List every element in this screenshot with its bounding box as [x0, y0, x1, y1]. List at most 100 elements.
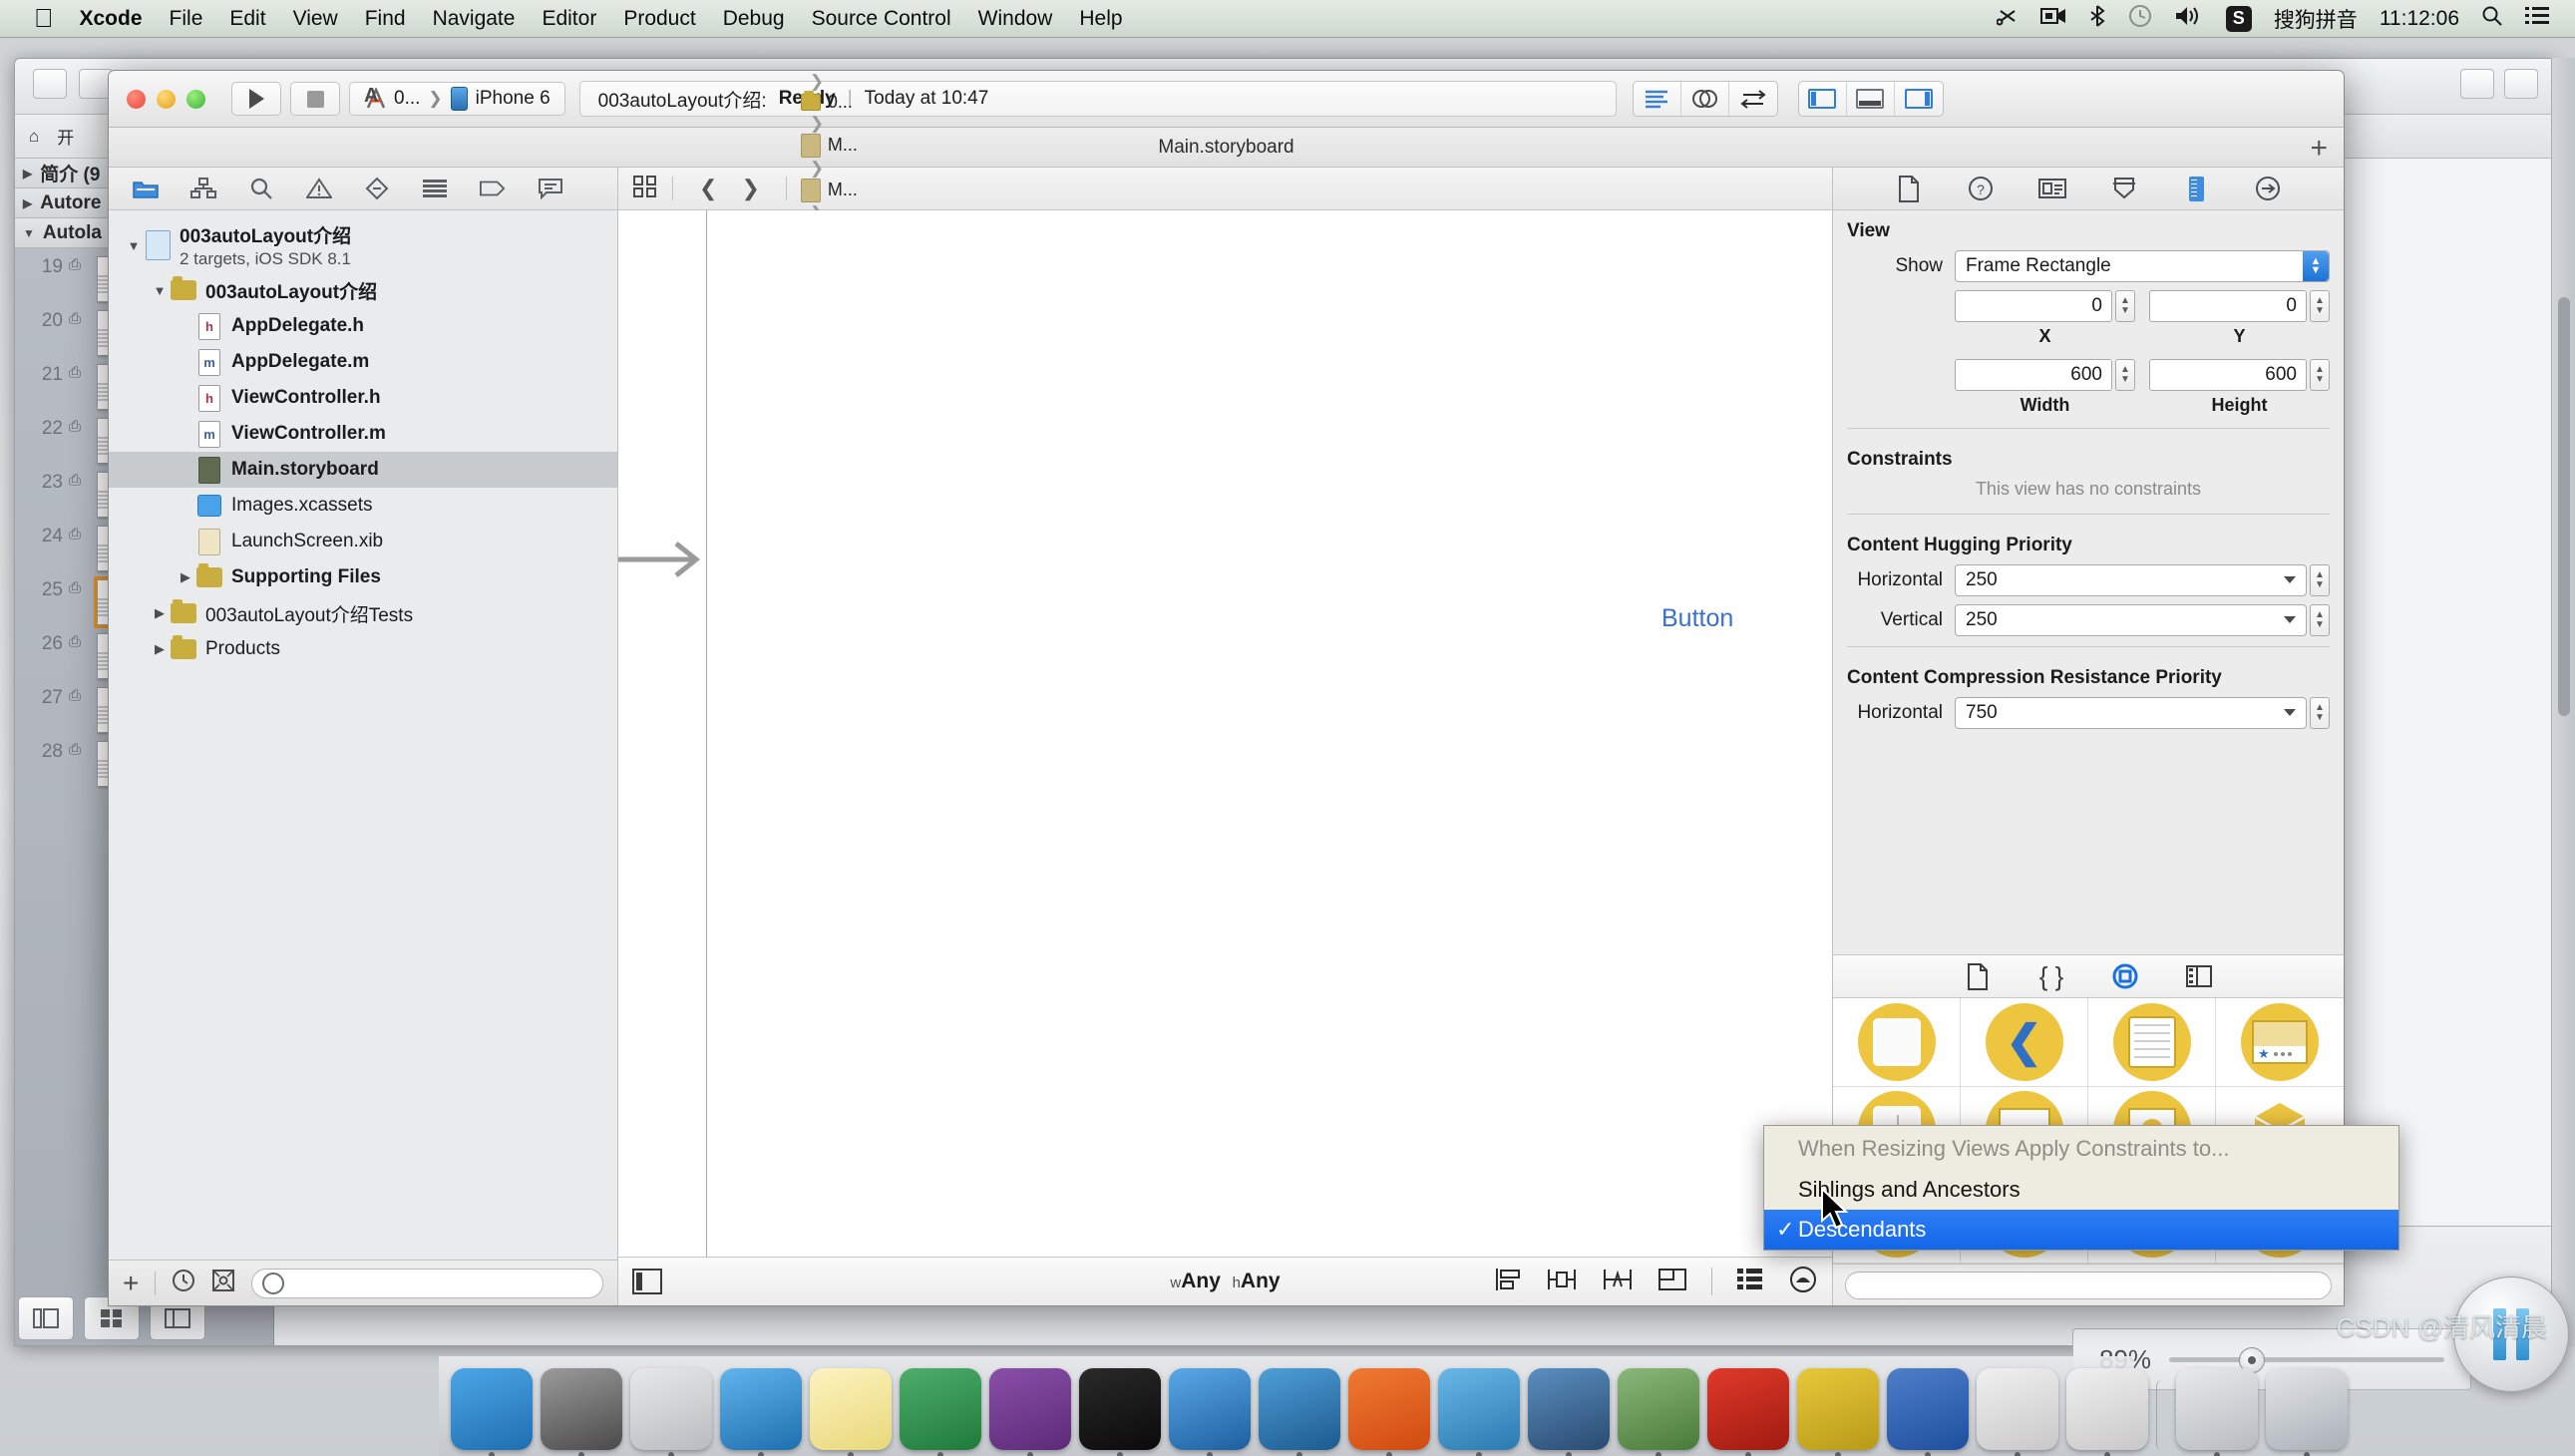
xcode-icon[interactable]	[1169, 1368, 1251, 1456]
identity-inspector-icon[interactable]	[2038, 175, 2066, 202]
y-stepper[interactable]: ▲ ▼	[2310, 290, 2330, 322]
input-method-badge[interactable]: S	[2225, 5, 2252, 32]
menu-item-siblings-and-ancestors[interactable]: Siblings and Ancestors	[1764, 1170, 2398, 1210]
file-tree-row[interactable]: ▼ 003autoLayout介绍	[109, 272, 617, 308]
filezilla-icon[interactable]	[1707, 1368, 1789, 1456]
instruments-icon[interactable]	[1259, 1368, 1340, 1456]
file-tree-row[interactable]: ▼ 003autoLayout介绍 2 targets, iOS SDK 8.1	[109, 218, 617, 272]
menubar-item-editor[interactable]: Editor	[542, 7, 596, 30]
menubar-item-file[interactable]: File	[170, 7, 203, 30]
menu-item-descendants[interactable]: ✓ Descendants	[1764, 1210, 2398, 1250]
bluetooth-icon[interactable]	[2088, 4, 2106, 34]
presentation-toolbar-button[interactable]	[2504, 69, 2538, 99]
hugging-horizontal-popup[interactable]: 250	[1955, 564, 2307, 596]
plus-icon[interactable]: +	[2310, 134, 2328, 164]
related-items-icon[interactable]	[632, 175, 658, 203]
menubar-item-debug[interactable]: Debug	[723, 7, 785, 30]
compression-horizontal-popup[interactable]: 750	[1955, 697, 2307, 729]
paint-icon[interactable]	[1797, 1368, 1879, 1456]
x-field[interactable]: 0	[1955, 290, 2112, 322]
pin-icon[interactable]	[1546, 1267, 1578, 1297]
find-navigator-icon[interactable]	[248, 176, 274, 201]
menubar-item-xcode[interactable]: Xcode	[80, 7, 143, 30]
word-icon[interactable]	[1887, 1368, 1969, 1456]
y-field[interactable]: 0	[2149, 290, 2307, 322]
test-navigator-icon[interactable]	[364, 176, 390, 201]
menubar-item-help[interactable]: Help	[1079, 7, 1122, 30]
size-inspector-icon[interactable]	[2182, 175, 2210, 202]
file-tree-row[interactable]: h AppDelegate.h	[109, 308, 617, 344]
debug-navigator-icon[interactable]	[422, 176, 448, 201]
dock-items[interactable]	[451, 1368, 2348, 1456]
library-item[interactable]	[1833, 998, 1961, 1087]
button-in-scene[interactable]: Button	[1661, 604, 1733, 633]
tab-main-storyboard[interactable]: Main.storyboard	[1158, 137, 1293, 159]
height-field[interactable]: 600	[2149, 359, 2307, 391]
report-navigator-icon[interactable]	[538, 176, 563, 201]
close-button[interactable]	[127, 89, 146, 109]
storyboard-canvas[interactable]: Button	[618, 210, 1832, 1257]
menubar-item-view[interactable]: View	[293, 7, 338, 30]
chevron-right-icon[interactable]: ❯	[729, 176, 771, 201]
zoom-icon[interactable]	[1788, 1265, 1818, 1299]
plus-icon[interactable]: +	[123, 1269, 139, 1297]
backdrop-scrollbar-thumb[interactable]	[2558, 297, 2570, 716]
onenote-icon[interactable]	[989, 1368, 1071, 1456]
width-stepper[interactable]: ▲ ▼	[2115, 359, 2135, 391]
breadcrumb-item[interactable]: 0...	[800, 90, 982, 113]
stepper-icon[interactable]: ▲ ▼	[2303, 251, 2329, 281]
file-tree-row[interactable]: Main.storyboard	[109, 452, 617, 488]
chevron-down-icon[interactable]: ▼	[23, 226, 35, 240]
height-stepper[interactable]: ▲ ▼	[2310, 359, 2330, 391]
quick-help-inspector-icon[interactable]: ?	[1967, 175, 1995, 202]
toggle-debug-area-icon[interactable]	[1847, 82, 1895, 116]
chevron-right-icon[interactable]: ▶	[23, 167, 32, 181]
file-tree-row[interactable]: LaunchScreen.xib	[109, 524, 617, 559]
list-view-button[interactable]	[18, 1296, 74, 1340]
notes-icon[interactable]	[810, 1368, 892, 1456]
chevron-right-icon[interactable]: ▶	[23, 196, 32, 210]
finder-icon[interactable]	[451, 1368, 533, 1456]
chevron-down-icon[interactable]: ▼	[149, 283, 171, 298]
library-item[interactable]: ❮	[1961, 998, 2088, 1087]
pdf-reader-icon[interactable]	[1348, 1368, 1430, 1456]
chevron-right-icon[interactable]: ▶	[175, 569, 196, 585]
filter-input[interactable]	[251, 1268, 603, 1298]
media-library-icon[interactable]	[2185, 962, 2213, 990]
attributes-inspector-icon[interactable]	[2110, 175, 2138, 202]
embed-in-icon[interactable]	[1736, 1267, 1764, 1297]
file-tree-row[interactable]: ▶ Products	[109, 631, 617, 667]
file-inspector-icon[interactable]	[1895, 175, 1923, 202]
backdrop-scrollbar-track[interactable]	[2551, 58, 2575, 1346]
home-icon[interactable]: ⌂	[29, 127, 39, 147]
resizing-behavior-icon[interactable]	[1657, 1268, 1687, 1296]
chevron-down-icon[interactable]: ▼	[123, 238, 145, 253]
standard-editor-icon[interactable]	[1634, 82, 1681, 116]
breadcrumb-item[interactable]: M...	[800, 178, 982, 202]
symbol-navigator-icon[interactable]	[190, 176, 216, 201]
file-tree-row[interactable]: ▶ Supporting Files	[109, 559, 617, 595]
object-library-icon[interactable]	[2111, 962, 2139, 990]
version-editor-icon[interactable]	[1729, 82, 1777, 116]
apple-icon[interactable]: 	[34, 3, 54, 34]
zoom-button[interactable]	[186, 89, 205, 109]
resolve-auto-layout-issues-icon[interactable]	[1602, 1267, 1634, 1297]
menubar-item-navigate[interactable]: Navigate	[433, 7, 516, 30]
presentation-toolbar-button[interactable]	[2460, 69, 2494, 99]
align-icon[interactable]	[1494, 1267, 1522, 1297]
file-tree-row[interactable]: Images.xcassets	[109, 488, 617, 524]
time-machine-icon[interactable]	[2128, 4, 2152, 34]
show-popup-button[interactable]: Frame Rectangle ▲ ▼	[1955, 250, 2330, 282]
x-stepper[interactable]: ▲ ▼	[2115, 290, 2135, 322]
preview-icon[interactable]	[1618, 1368, 1699, 1456]
menubar-item-source-control[interactable]: Source Control	[812, 7, 951, 30]
safari-icon[interactable]	[720, 1368, 802, 1456]
clock-icon[interactable]	[172, 1269, 195, 1297]
menubar-clock[interactable]: 11:12:06	[2380, 7, 2459, 31]
xcode-window[interactable]: 0... ❯ iPhone 6 003autoLayout介绍: Ready |…	[108, 70, 2345, 1306]
hugging-horizontal-stepper[interactable]: ▲ ▼	[2310, 564, 2330, 596]
connections-inspector-icon[interactable]	[2254, 175, 2282, 202]
chevron-right-icon[interactable]: ▶	[149, 641, 171, 657]
system-prefs-icon[interactable]	[541, 1368, 622, 1456]
trash-icon[interactable]	[2266, 1368, 2348, 1456]
